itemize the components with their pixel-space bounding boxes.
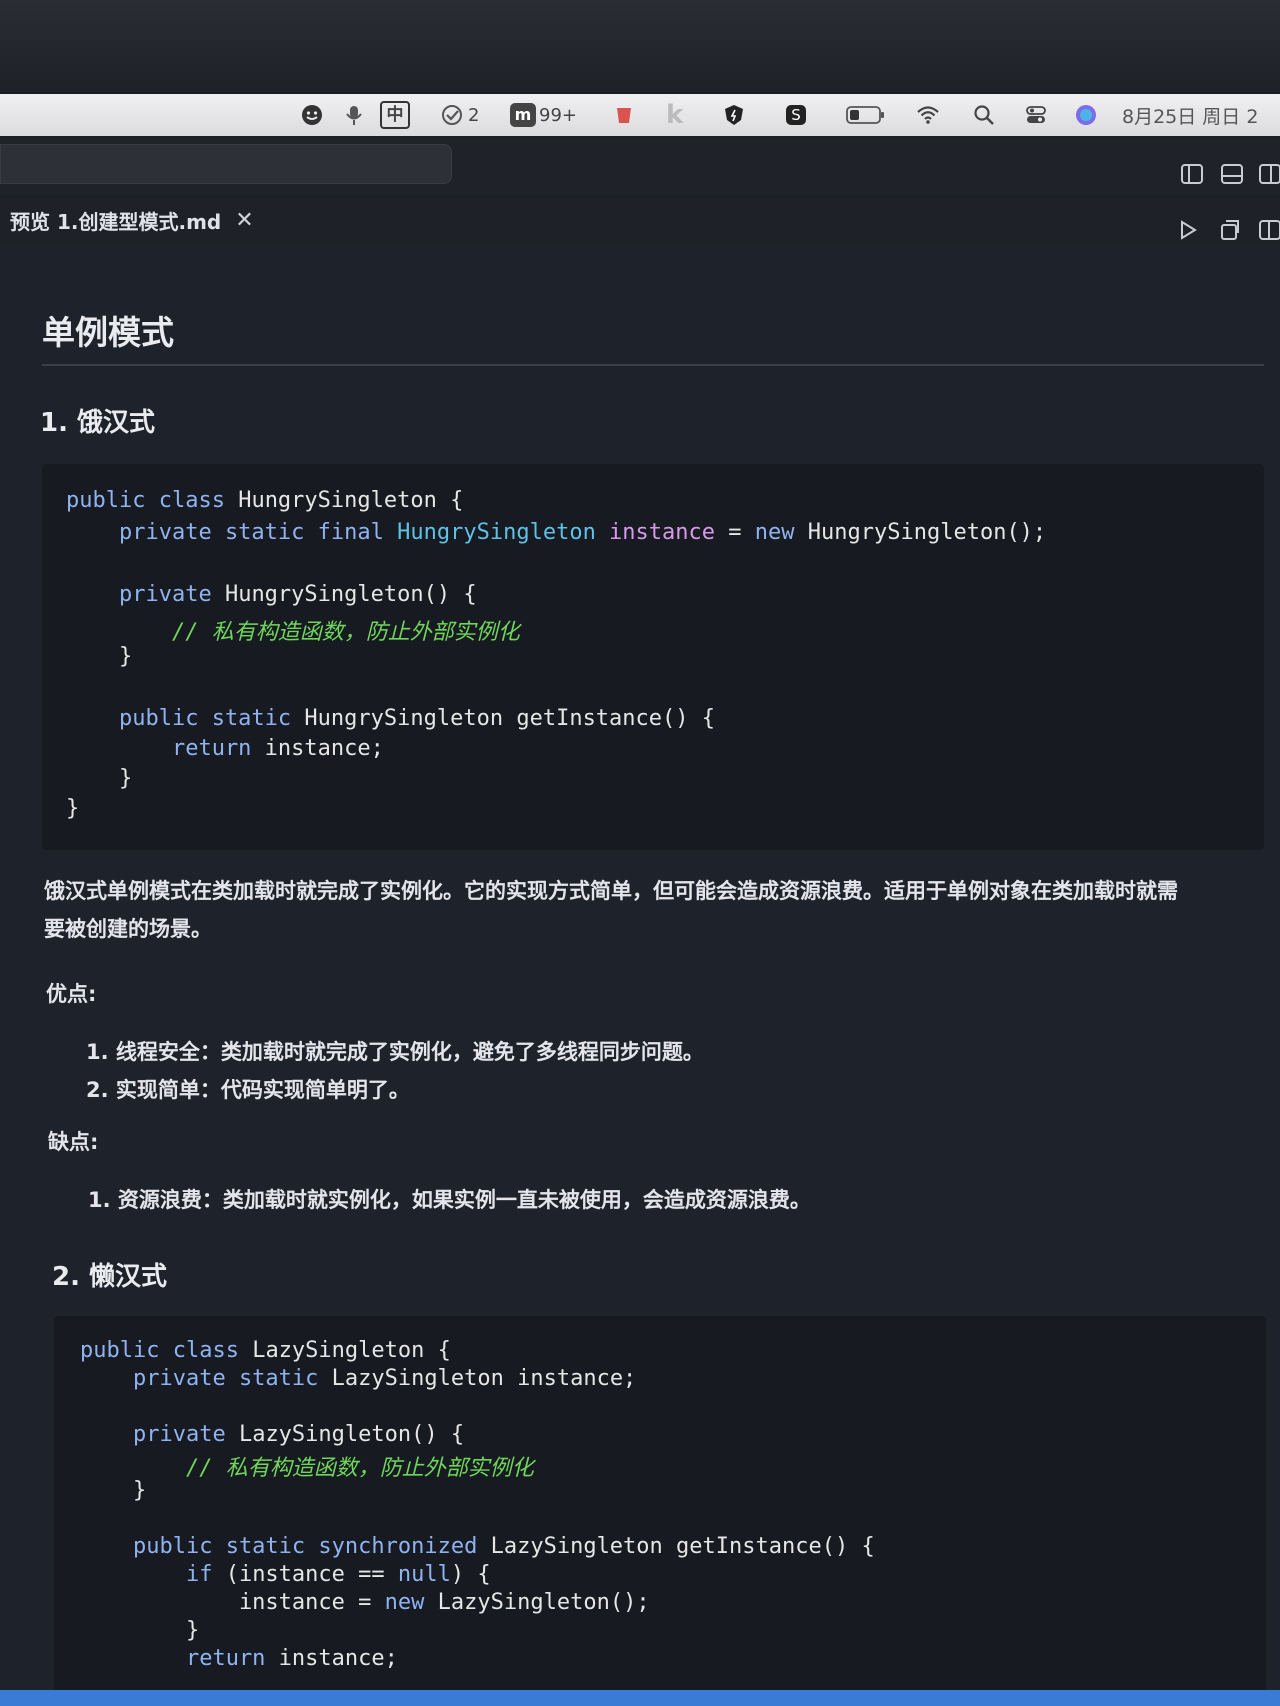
notification-app-icon[interactable]: m 99+: [510, 102, 577, 128]
code-line: if (instance == null) {: [80, 1562, 491, 1587]
close-icon[interactable]: ✕: [235, 208, 253, 233]
description-paragraph: 饿汉式单例模式在类加载时就完成了实例化。它的实现方式简单，但可能会造成资源浪费。…: [44, 872, 1254, 948]
code-line: private HungrySingleton() {: [66, 582, 477, 607]
code-comment: // 私有构造函数，防止外部实例化: [66, 620, 520, 645]
toggle-secondary-sidebar-icon[interactable]: [1258, 162, 1280, 186]
code-line: return instance;: [66, 736, 384, 761]
siri-icon[interactable]: [1074, 102, 1098, 128]
notif-count: 99+: [539, 104, 577, 126]
menu-bar: 中 2 m 99+ k S 8月25日 周日 2: [0, 94, 1280, 136]
input-method-icon[interactable]: 中: [380, 101, 410, 129]
spotlight-search-icon[interactable]: [972, 102, 996, 128]
status-bar: [0, 1690, 1280, 1706]
control-center-icon[interactable]: [1024, 102, 1048, 128]
code-line: }: [66, 796, 80, 821]
pros-item: 2. 实现简单：代码实现简单明了。: [86, 1078, 410, 1102]
microphone-icon[interactable]: [342, 102, 366, 128]
tab-preview[interactable]: 预览 1.创建型模式.md ✕: [0, 198, 254, 242]
wifi-icon[interactable]: [916, 102, 940, 128]
toggle-sidebar-icon[interactable]: [1180, 162, 1204, 186]
code-line: public static synchronized LazySingleton…: [80, 1534, 875, 1559]
todo-check-icon[interactable]: 2: [440, 102, 479, 128]
run-icon[interactable]: [1176, 218, 1200, 242]
split-editor-icon[interactable]: [1258, 218, 1280, 242]
code-line: public class LazySingleton {: [80, 1338, 451, 1363]
code-line: instance = new LazySingleton();: [80, 1590, 650, 1615]
pros-item: 1. 线程安全：类加载时就完成了实例化，避免了多线程同步问题。: [86, 1040, 704, 1064]
emoji-icon[interactable]: [300, 102, 324, 128]
code-line: }: [80, 1478, 147, 1503]
description-line: 饿汉式单例模式在类加载时就完成了实例化。它的实现方式简单，但可能会造成资源浪费。…: [44, 879, 1178, 903]
datetime[interactable]: 8月25日 周日 2: [1122, 102, 1258, 128]
code-line: private static final HungrySingleton ins…: [66, 520, 1047, 545]
todo-count: 2: [468, 104, 480, 126]
top-background: [0, 0, 1280, 92]
section-heading-lazy: 2. 懒汉式: [52, 1262, 168, 1292]
pros-label: 优点:: [46, 982, 97, 1006]
title-divider: [42, 364, 1264, 366]
battery-icon[interactable]: [846, 102, 886, 128]
code-comment: // 私有构造函数，防止外部实例化: [80, 1456, 534, 1481]
shield-icon[interactable]: [722, 102, 746, 128]
toggle-panel-icon[interactable]: [1220, 162, 1244, 186]
s-app-icon[interactable]: S: [784, 102, 808, 128]
code-line: public static HungrySingleton getInstanc…: [66, 706, 716, 731]
code-line: }: [80, 1618, 200, 1643]
code-block-hungry: public class HungrySingleton { private s…: [42, 464, 1264, 850]
code-line: return instance;: [80, 1646, 398, 1671]
code-line: public class HungrySingleton {: [66, 488, 464, 513]
code-line: private static LazySingleton instance;: [80, 1366, 637, 1391]
red-app-icon[interactable]: [612, 102, 636, 128]
cons-item: 1. 资源浪费：类加载时就实例化，如果实例一直未被使用，会造成资源浪费。: [88, 1188, 811, 1212]
code-block-lazy: public class LazySingleton { private sta…: [54, 1316, 1266, 1696]
description-line: 要被创建的场景。: [44, 917, 212, 941]
k-app-icon[interactable]: k: [666, 100, 683, 130]
code-line: }: [66, 644, 133, 669]
open-source-icon[interactable]: [1218, 218, 1242, 242]
page-title: 单例模式: [42, 313, 174, 352]
cons-label: 缺点:: [48, 1130, 99, 1154]
code-line: private LazySingleton() {: [80, 1422, 465, 1447]
tab-title: 预览 1.创建型模式.md: [10, 209, 222, 234]
code-line: }: [66, 766, 133, 791]
command-center[interactable]: [0, 144, 452, 184]
section-heading-hungry: 1. 饿汉式: [40, 408, 156, 438]
svg-text:S: S: [791, 106, 801, 124]
